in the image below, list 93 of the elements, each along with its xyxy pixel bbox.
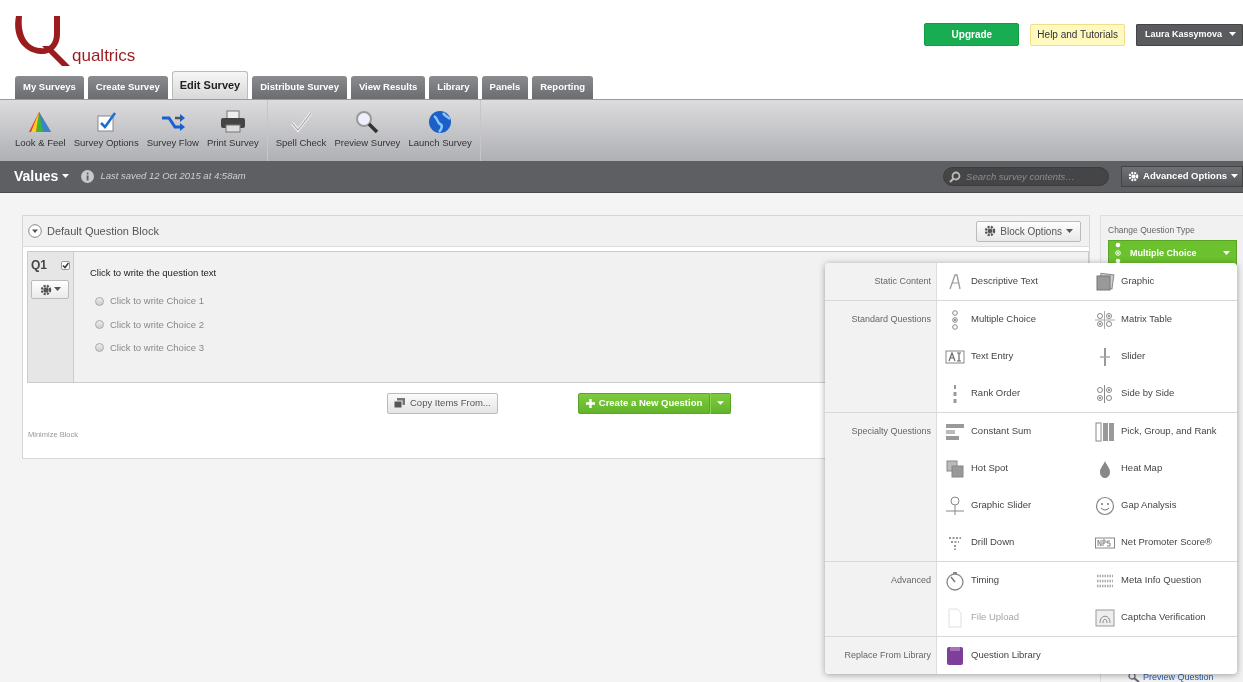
columns-icon: [1095, 421, 1115, 442]
tab[interactable]: View Results: [350, 76, 426, 99]
radio-button[interactable]: [95, 296, 104, 306]
user-menu-button[interactable]: Laura Kassymova: [1135, 23, 1243, 46]
question-number: Q1: [31, 257, 47, 274]
checkmark-icon: [62, 261, 69, 269]
menu-item[interactable]: Heat Map: [1087, 450, 1237, 487]
numbered-list-icon: [953, 383, 957, 404]
gear-icon: [39, 283, 52, 296]
toolbar-button[interactable]: Preview Survey: [334, 110, 401, 151]
bars-icon: [945, 421, 965, 442]
tab[interactable]: Create Survey: [87, 76, 168, 99]
menu-item[interactable]: Question Library: [937, 637, 1087, 674]
section-label: Advanced: [890, 575, 931, 585]
preview-question-link[interactable]: Preview Question: [1108, 670, 1243, 682]
caret-icon: [1066, 228, 1073, 234]
menu-item[interactable]: Side by Side: [1087, 375, 1237, 412]
block-options-button[interactable]: Block Options: [976, 220, 1081, 242]
document-icon: [945, 607, 965, 628]
caret-icon: [1223, 250, 1230, 256]
copy-items-button[interactable]: Copy Items From...: [387, 392, 498, 414]
tab[interactable]: Distribute Survey: [252, 76, 347, 99]
plus-icon: [585, 398, 595, 408]
info-icon: [81, 170, 95, 183]
menu-item[interactable]: Constant Sum: [937, 413, 1087, 450]
book-icon: [945, 645, 965, 666]
radio-button[interactable]: [95, 320, 104, 330]
menu-item[interactable]: Graphic Slider: [937, 487, 1087, 524]
advanced-options-button[interactable]: Advanced Options: [1121, 166, 1243, 187]
checkmark-icon: [288, 110, 314, 135]
tab[interactable]: Panels: [481, 76, 529, 99]
caret-icon: [1229, 32, 1236, 37]
copy-icon: [394, 398, 405, 408]
smiley-slider-icon: [945, 495, 965, 516]
toolbar-button[interactable]: Look & Feel: [15, 110, 66, 151]
caret-icon: [717, 400, 725, 406]
menu-item[interactable]: Timing: [937, 562, 1087, 599]
create-options-button[interactable]: [710, 392, 732, 414]
section-label: Static Content: [874, 276, 931, 286]
smiley-icon: [1095, 495, 1115, 516]
menu-item: File Upload: [937, 599, 1087, 636]
panel-heading: Change Question Type: [1108, 224, 1196, 237]
question-checkbox[interactable]: [61, 260, 70, 270]
palette-icon: [27, 110, 54, 135]
section-label: Standard Questions: [851, 314, 931, 324]
toolbar-button[interactable]: Survey Flow: [146, 110, 199, 151]
block-title: Default Question Block: [47, 223, 159, 239]
stopwatch-icon: [945, 570, 965, 591]
survey-title-dropdown[interactable]: Values: [14, 166, 70, 187]
gear-icon: [1128, 171, 1140, 182]
collapse-icon[interactable]: [28, 224, 42, 238]
logo-text: qualtrics: [72, 44, 136, 67]
tab[interactable]: My Surveys: [15, 76, 84, 99]
tab[interactable]: Library: [429, 76, 478, 99]
caret-icon: [1231, 174, 1238, 179]
help-button[interactable]: Help and Tutorials: [1030, 23, 1125, 46]
menu-item[interactable]: Text Entry: [937, 338, 1087, 375]
caret-icon: [53, 287, 61, 292]
menu-item[interactable]: Multiple Choice: [937, 301, 1087, 338]
menu-item[interactable]: Drill Down: [937, 524, 1087, 561]
menu-item[interactable]: Descriptive Text: [937, 263, 1087, 300]
search-field[interactable]: Search survey contents…: [943, 167, 1110, 186]
menu-item[interactable]: Hot Spot: [937, 450, 1087, 487]
image-icon: [1095, 271, 1115, 292]
menu-item[interactable]: Pick, Group, and Rank: [1087, 413, 1237, 450]
printer-icon: [219, 110, 246, 135]
caret-icon: [62, 174, 70, 179]
radio-button[interactable]: [95, 343, 104, 353]
magnifier-icon: [1128, 672, 1140, 682]
question-settings-button[interactable]: [31, 280, 69, 299]
last-saved-text: Last saved 12 Oct 2015 at 4:58am: [100, 169, 246, 184]
menu-item[interactable]: Rank Order: [937, 375, 1087, 412]
menu-item[interactable]: Net Promoter Score®: [1087, 524, 1237, 561]
toolbar-button[interactable]: Print Survey: [206, 110, 259, 151]
section-label: Specialty Questions: [851, 426, 931, 436]
menu-item[interactable]: Matrix Table: [1087, 301, 1237, 338]
matrix-icon: [1095, 309, 1115, 330]
squares-icon: [945, 458, 965, 479]
section-label: Replace From Library: [844, 650, 931, 660]
tab[interactable]: Edit Survey: [171, 71, 249, 99]
toolbar-button[interactable]: Survey Options: [73, 110, 139, 151]
gear-icon: [984, 225, 997, 237]
menu-item[interactable]: Slider: [1087, 338, 1237, 375]
side-by-side-icon: [1095, 383, 1115, 404]
tab[interactable]: Reporting: [532, 76, 594, 99]
fingerprint-icon: [1095, 607, 1115, 628]
menu-item[interactable]: Meta Info Question: [1087, 562, 1237, 599]
globe-icon: [427, 110, 454, 135]
toolbar-button[interactable]: Spell Check: [275, 110, 327, 151]
magnifier-icon: [354, 110, 381, 135]
toolbar-button[interactable]: Launch Survey: [408, 110, 472, 151]
menu-item[interactable]: Captcha Verification: [1087, 599, 1237, 636]
menu-item[interactable]: Gap Analysis: [1087, 487, 1237, 524]
